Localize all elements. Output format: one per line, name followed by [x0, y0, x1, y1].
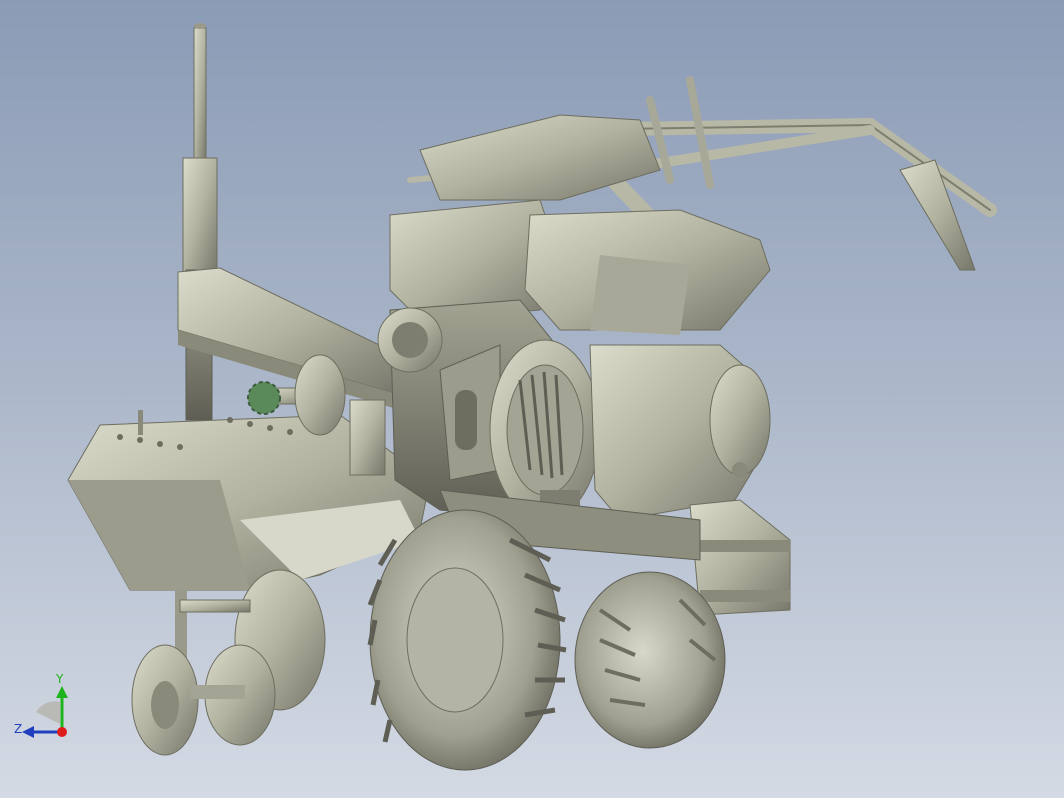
tiller-3d-model: [67, 23, 997, 771]
x-axis-dot: [57, 727, 67, 737]
side-bracket: [689, 499, 791, 616]
z-axis-arrow: [22, 726, 34, 738]
z-axis-label: Z: [14, 722, 23, 736]
triad-arc: [36, 701, 60, 724]
tire-left: [367, 509, 567, 771]
sprocket: [247, 381, 281, 415]
3d-viewport[interactable]: Y Z: [0, 0, 1064, 798]
y-axis-arrow: [56, 686, 68, 698]
y-axis-label: Y: [56, 672, 64, 686]
depth-post: [182, 23, 218, 421]
engine-top: [389, 114, 771, 335]
axis-triad: Y Z: [12, 672, 76, 746]
tire-right: [574, 571, 726, 749]
starter-housing: [489, 339, 771, 521]
